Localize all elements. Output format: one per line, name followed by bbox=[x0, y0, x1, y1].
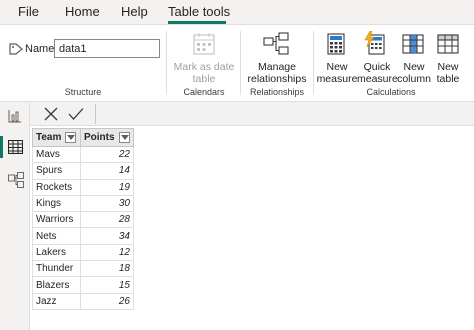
column-header-team[interactable]: Team bbox=[32, 128, 81, 147]
points-cell[interactable]: 15 bbox=[80, 276, 134, 294]
table-row[interactable]: Spurs 14 bbox=[32, 162, 134, 180]
table-row[interactable]: Warriors 28 bbox=[32, 211, 134, 229]
points-cell[interactable]: 34 bbox=[80, 227, 134, 245]
mark-as-date-table-button[interactable]: Mark as date table bbox=[172, 61, 236, 85]
column-header-label: Points bbox=[84, 132, 115, 144]
table-row[interactable]: Nets 34 bbox=[32, 227, 134, 245]
new-column-icon bbox=[402, 34, 424, 59]
view-rail bbox=[0, 102, 30, 330]
quick-measure-button[interactable]: Quick measure bbox=[357, 61, 398, 85]
name-label: Name bbox=[25, 43, 55, 55]
manage-relationships-icon bbox=[263, 32, 289, 61]
table-name-input[interactable] bbox=[54, 39, 160, 58]
team-cell[interactable]: Spurs bbox=[32, 162, 81, 180]
calculations-group-label: Calculations bbox=[366, 87, 416, 97]
new-measure-line2: measure bbox=[316, 73, 358, 85]
table-row[interactable]: Blazers 15 bbox=[32, 276, 134, 294]
team-cell[interactable]: Blazers bbox=[32, 276, 81, 294]
quick-measure-icon bbox=[364, 30, 386, 60]
menu-home[interactable]: Home bbox=[65, 4, 100, 19]
points-cell[interactable]: 19 bbox=[80, 178, 134, 196]
new-measure-icon bbox=[327, 33, 345, 60]
team-cell[interactable]: Thunder bbox=[32, 260, 81, 278]
new-table-button[interactable]: New table bbox=[432, 61, 464, 85]
ribbon: Name Structure Mark as date table Calend… bbox=[0, 24, 474, 102]
menu-table-tools[interactable]: Table tools bbox=[168, 4, 230, 19]
team-cell[interactable]: Warriors bbox=[32, 211, 81, 229]
points-cell[interactable]: 28 bbox=[80, 211, 134, 229]
tag-icon bbox=[9, 42, 23, 60]
new-measure-button[interactable]: New measure bbox=[316, 61, 358, 85]
calendar-icon bbox=[192, 32, 216, 61]
team-cell[interactable]: Jazz bbox=[32, 292, 81, 310]
calendars-group-label: Calendars bbox=[183, 87, 225, 97]
table-row[interactable]: Lakers 12 bbox=[32, 243, 134, 262]
formula-bar bbox=[30, 102, 474, 126]
filter-dropdown-icon[interactable] bbox=[118, 131, 130, 143]
table-row[interactable]: Jazz 26 bbox=[32, 292, 134, 310]
new-column-line2: column bbox=[397, 73, 431, 85]
cancel-icon[interactable] bbox=[44, 107, 58, 126]
new-column-line1: New bbox=[403, 61, 425, 73]
menu-bar: File Home Help Table tools bbox=[0, 0, 474, 24]
team-cell[interactable]: Rockets bbox=[32, 178, 81, 196]
manage-line2: relationships bbox=[247, 73, 307, 85]
grid-body: Mavs 22 Spurs 14 Rockets 19 Kings 30 Warriors 28 N… bbox=[32, 145, 134, 310]
new-column-button[interactable]: New column bbox=[395, 61, 433, 85]
team-cell[interactable]: Mavs bbox=[32, 145, 81, 164]
team-cell[interactable]: Lakers bbox=[32, 243, 81, 262]
team-cell[interactable]: Nets bbox=[32, 227, 81, 245]
new-table-line2: table bbox=[436, 73, 460, 85]
structure-group-label: Structure bbox=[64, 87, 102, 97]
formula-divider bbox=[95, 104, 96, 124]
active-view-indicator bbox=[0, 136, 3, 158]
filter-dropdown-icon[interactable] bbox=[65, 131, 77, 143]
table-row[interactable]: Rockets 19 bbox=[32, 178, 134, 196]
menu-help[interactable]: Help bbox=[121, 4, 148, 19]
group-separator bbox=[240, 31, 241, 95]
points-cell[interactable]: 30 bbox=[80, 194, 134, 213]
table-row[interactable]: Mavs 22 bbox=[32, 145, 134, 164]
group-separator bbox=[313, 31, 314, 95]
commit-icon[interactable] bbox=[68, 107, 84, 126]
new-measure-line1: New bbox=[326, 61, 348, 73]
points-cell[interactable]: 14 bbox=[80, 162, 134, 180]
table-row[interactable]: Thunder 18 bbox=[32, 260, 134, 278]
quick-measure-line2: measure bbox=[357, 73, 398, 85]
header-row: Team Points bbox=[32, 128, 134, 147]
mark-as-date-line1: Mark as date bbox=[173, 61, 235, 73]
data-grid: Team Points Mavs 22 Spurs 14 Rockets 19 Kings 3… bbox=[32, 128, 134, 310]
mark-as-date-line2: table bbox=[192, 73, 216, 85]
points-cell[interactable]: 22 bbox=[80, 145, 134, 164]
new-table-line1: New bbox=[437, 61, 459, 73]
column-header-label: Team bbox=[36, 132, 62, 144]
table-row[interactable]: Kings 30 bbox=[32, 194, 134, 213]
table-canvas: Team Points Mavs 22 Spurs 14 Rockets 19 Kings 3… bbox=[30, 126, 474, 330]
menu-file[interactable]: File bbox=[18, 4, 39, 19]
new-table-icon bbox=[437, 34, 459, 59]
group-separator bbox=[166, 31, 167, 95]
quick-measure-line1: Quick bbox=[363, 61, 391, 73]
manage-relationships-button[interactable]: Manage relationships bbox=[244, 61, 310, 85]
report-view-icon[interactable] bbox=[8, 109, 22, 128]
team-cell[interactable]: Kings bbox=[32, 194, 81, 213]
model-view-icon[interactable] bbox=[8, 172, 24, 193]
relationships-group-label: Relationships bbox=[249, 87, 305, 97]
points-cell[interactable]: 18 bbox=[80, 260, 134, 278]
points-cell[interactable]: 26 bbox=[80, 292, 134, 310]
manage-line1: Manage bbox=[258, 61, 296, 73]
points-cell[interactable]: 12 bbox=[80, 243, 134, 262]
table-view-icon[interactable] bbox=[7, 139, 24, 159]
column-header-points[interactable]: Points bbox=[80, 128, 134, 147]
